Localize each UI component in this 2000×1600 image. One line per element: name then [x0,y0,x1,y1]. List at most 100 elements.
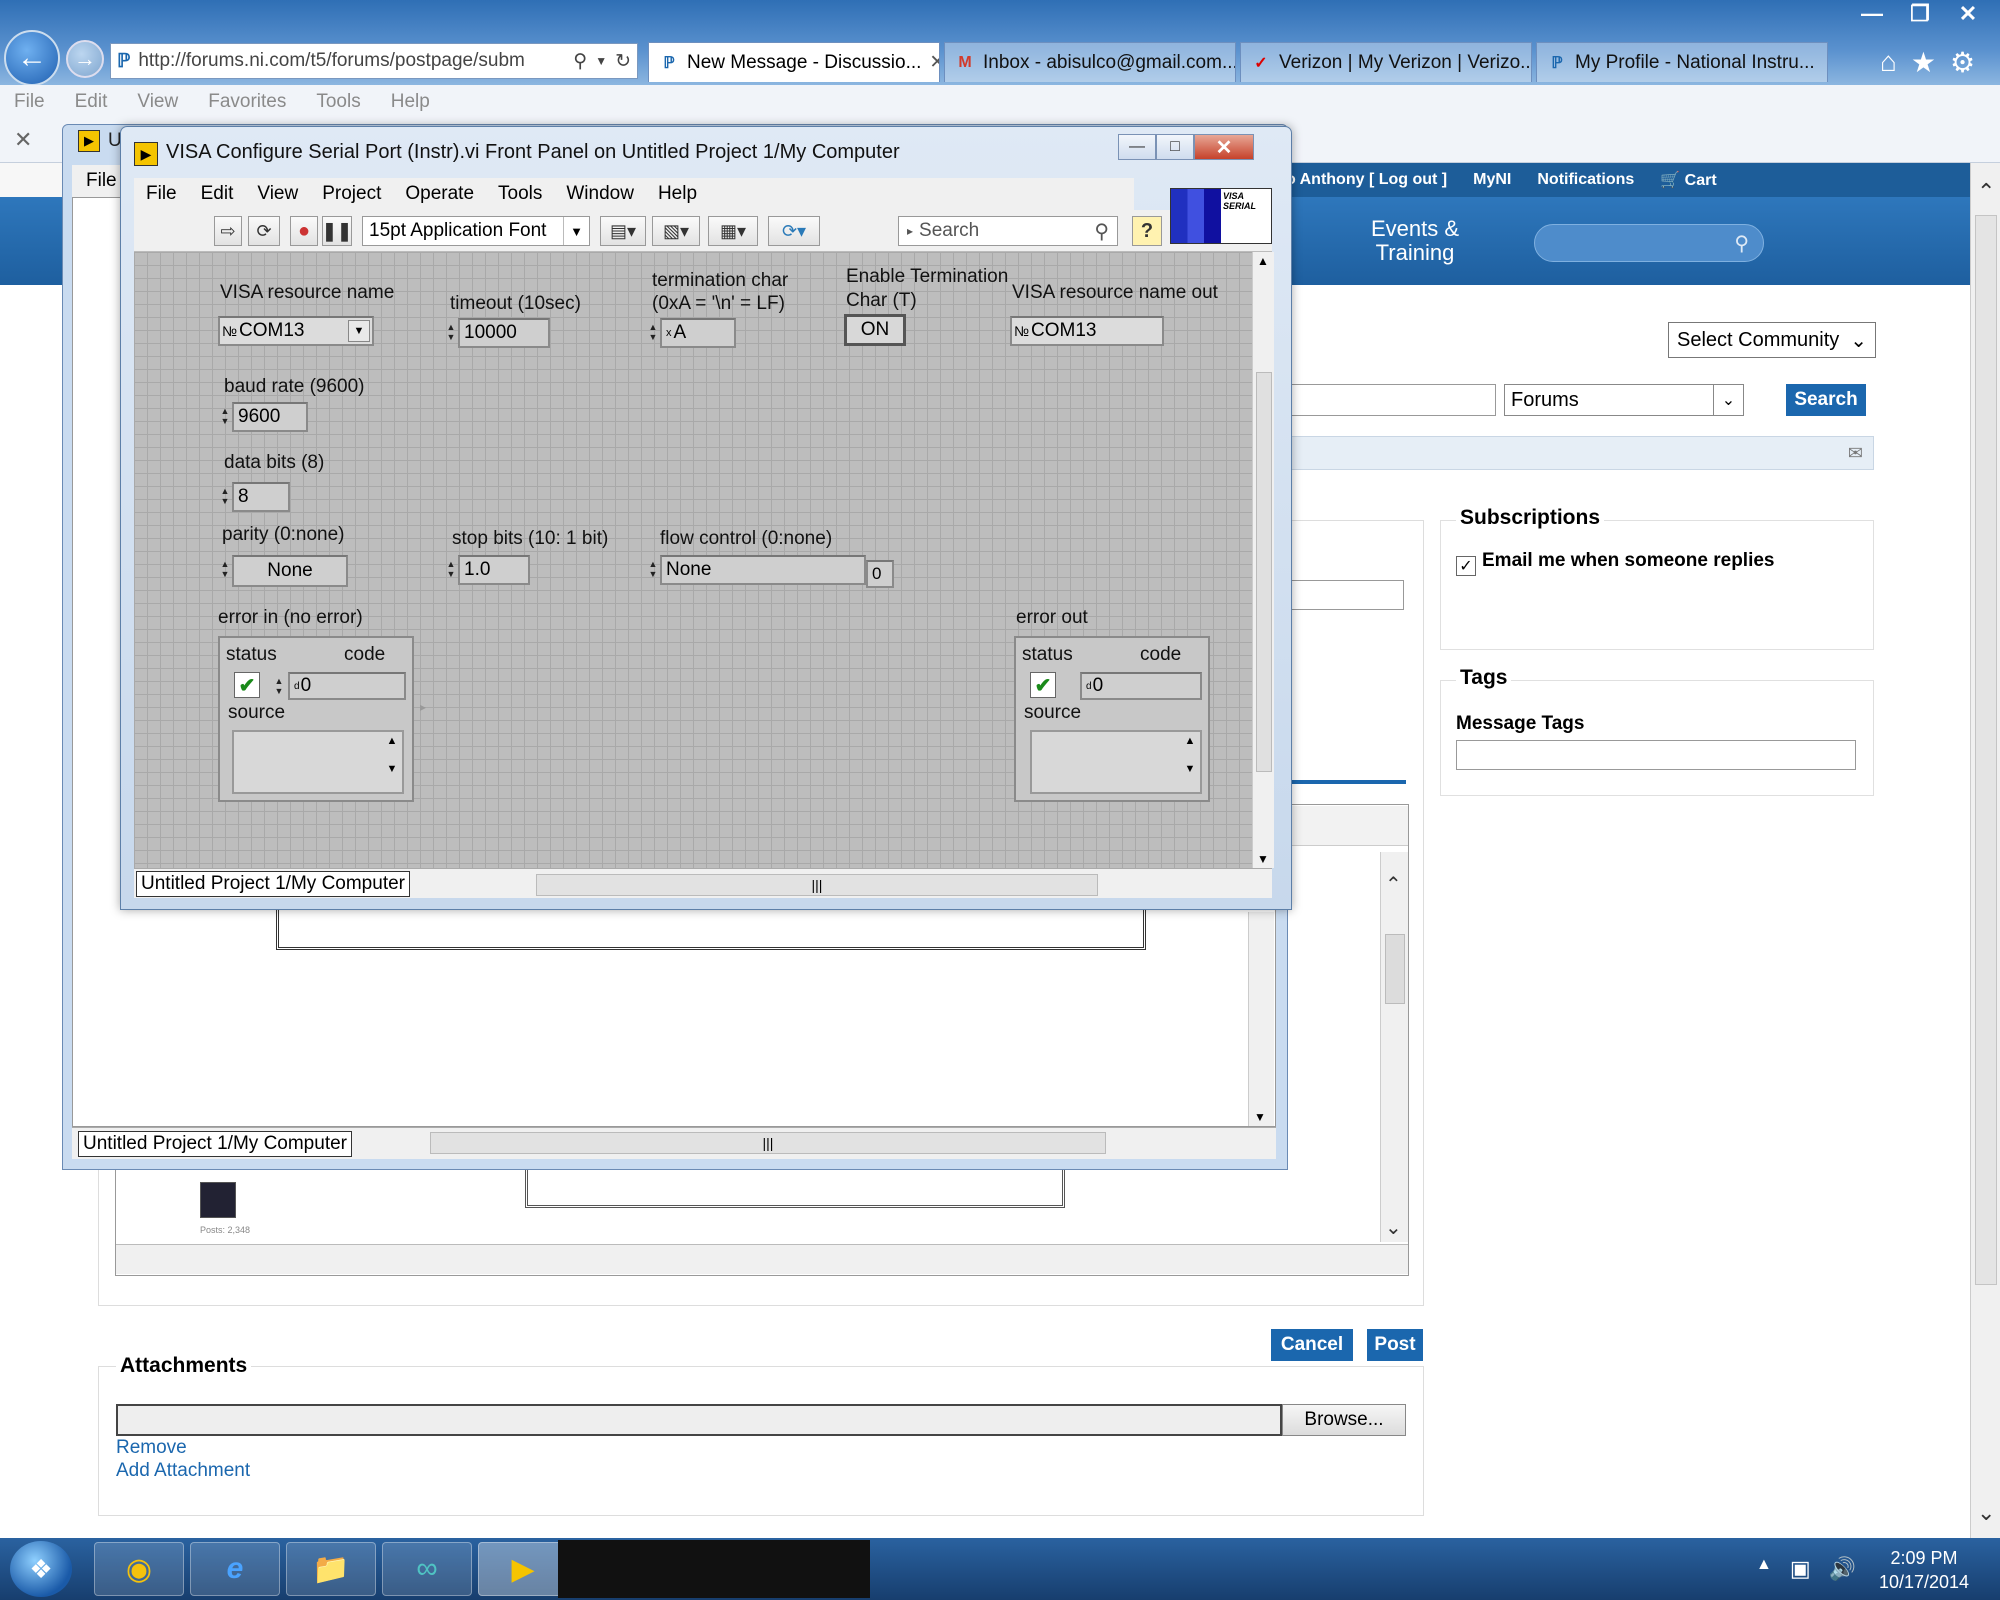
remove-link[interactable]: Remove [116,1437,187,1459]
visa-resource-name-control[interactable]: № COM13 ▼ [218,316,374,346]
scroll-thumb[interactable] [1385,934,1405,1004]
message-tags-input[interactable] [1456,740,1856,770]
increment-decrement-icon[interactable]: ▲ ▼ [274,672,284,700]
chevron-up-icon[interactable]: ▲ [1257,254,1269,268]
file-input[interactable] [116,1404,1282,1436]
menu-help[interactable]: Help [391,91,430,113]
taskbar-arduino[interactable]: ∞ [382,1542,472,1596]
minimize-button[interactable]: — [1850,0,1894,28]
source-scrollbar[interactable]: ▲ ▼ [1182,734,1198,776]
front-panel-vscroll[interactable]: ▲ ▼ [1252,252,1274,868]
chevron-up-icon[interactable]: ⌃ [1977,179,1995,205]
termination-char-input[interactable]: x A [660,318,736,348]
data-bits-stepper[interactable]: ▲ ▼ [220,482,230,510]
context-help-button[interactable]: ? [1132,216,1162,246]
minimize-button[interactable]: — [1118,134,1156,160]
increment-decrement-icon[interactable]: ▲ ▼ [220,402,230,430]
start-button[interactable]: ❖ [10,1541,72,1597]
menu-file[interactable]: File [146,183,177,205]
close-icon[interactable]: ✕ [14,127,32,153]
run-continuously-button[interactable]: ⟳ [248,216,280,246]
star-icon[interactable]: ★ [1911,46,1936,79]
select-community-dropdown[interactable]: Select Community ⌄ [1668,322,1876,358]
increment-decrement-icon[interactable]: ▲ ▼ [220,482,230,510]
notifications-link[interactable]: Notifications [1537,171,1634,189]
menu-tools[interactable]: Tools [498,183,542,205]
menu-edit[interactable]: Edit [75,91,108,113]
timeout-stepper[interactable]: ▲ ▼ [446,318,456,346]
menu-tools[interactable]: Tools [316,91,360,113]
menu-view[interactable]: View [257,183,298,205]
flow-control-stepper[interactable]: ▲ ▼ [648,555,658,583]
chevron-down-icon[interactable]: ⌄ [1977,1500,1995,1526]
baud-rate-input[interactable]: 9600 [232,402,308,432]
increment-decrement-icon[interactable]: ▲ ▼ [446,555,456,583]
add-attachment-link[interactable]: Add Attachment [116,1460,250,1482]
baud-rate-stepper[interactable]: ▲ ▼ [220,402,230,430]
labview-search-input[interactable]: ▸ Search ⚲ [898,216,1118,246]
enable-termination-toggle[interactable]: ON [844,314,906,346]
error-in-source-input[interactable]: ▲ ▼ [232,730,404,794]
cancel-button[interactable]: Cancel [1271,1329,1353,1361]
scroll-thumb[interactable] [1256,372,1272,772]
chevron-down-icon[interactable]: ⌄ [1385,1215,1402,1240]
distribute-objects-button[interactable]: ▧▾ [652,216,700,246]
chevron-down-icon[interactable]: ▼ [1254,1110,1266,1124]
chevron-up-icon[interactable]: ⌃ [1385,872,1402,897]
forum-search-input[interactable] [1290,384,1496,416]
forward-button[interactable]: → [66,40,104,78]
page-scrollbar[interactable]: ⌃ ⌄ [1970,163,2000,1538]
dropdown-arrow-icon[interactable]: ▼ [595,54,607,68]
menu-operate[interactable]: Operate [405,183,474,205]
gear-icon[interactable]: ⚙ [1950,46,1975,79]
network-icon[interactable]: ▣ [1790,1556,1811,1582]
abort-button[interactable]: ● [290,216,318,246]
menu-favorites[interactable]: Favorites [208,91,286,113]
tab-verizon[interactable]: ✓ Verizon | My Verizon | Verizo... [1240,42,1532,82]
maximize-button[interactable]: □ [1156,134,1194,160]
taskbar-file-explorer[interactable]: 📁 [286,1542,376,1596]
close-tab-icon[interactable]: ✕ [929,51,939,74]
browse-button[interactable]: Browse... [1282,1404,1406,1436]
stop-bits-stepper[interactable]: ▲ ▼ [446,555,456,583]
run-button[interactable]: ⇨ [214,216,242,246]
taskbar-internet-explorer[interactable]: e [190,1542,280,1596]
timeout-input[interactable]: 10000 [458,318,550,348]
increment-decrement-icon[interactable]: ▲ ▼ [648,555,658,583]
source-scrollbar[interactable]: ▲ ▼ [384,734,400,776]
menu-file[interactable]: File [14,91,45,113]
menu-project[interactable]: Project [322,183,381,205]
nav-events-training[interactable]: Events & Training [1360,217,1470,265]
close-button[interactable]: ✕ [1946,0,1990,28]
search-button[interactable]: Search [1786,384,1866,416]
mail-icon[interactable]: ✉ [1848,443,1863,464]
forums-dropdown[interactable]: Forums ⌄ [1504,384,1744,416]
back-window-hscroll[interactable]: ||| [430,1132,1106,1154]
taskbar-chrome[interactable]: ◉ [94,1542,184,1596]
address-bar[interactable]: ℙ http://forums.ni.com/t5/forums/postpag… [110,43,638,79]
restore-button[interactable]: ❐ [1898,0,1942,28]
editor-scrollbar[interactable]: ⌃ ⌄ [1380,852,1408,1242]
parity-stepper[interactable]: ▲ ▼ [220,555,230,583]
close-button[interactable]: ✕ [1194,134,1254,160]
menu-edit[interactable]: Edit [201,183,234,205]
menu-view[interactable]: View [137,91,178,113]
error-in-status-checkbox[interactable]: ✔ [234,672,260,698]
error-in-code-stepper[interactable]: ▲ ▼ [274,672,284,700]
back-button[interactable]: ← [4,30,60,86]
editor-resize-bar[interactable] [116,1244,1408,1274]
refresh-icon[interactable]: ↻ [615,50,631,73]
email-replies-checkbox[interactable]: ✓ [1456,556,1476,576]
stop-bits-input[interactable]: 1.0 [458,555,530,585]
increment-decrement-icon[interactable]: ▲ ▼ [220,555,230,583]
scroll-thumb[interactable] [1975,215,1997,1285]
clock[interactable]: 2:09 PM 10/17/2014 [1854,1546,1994,1594]
tab-new-message[interactable]: ℙ New Message - Discussio... ✕ [648,42,940,82]
font-dropdown[interactable]: 15pt Application Font ▼ [362,216,590,246]
back-window-vscroll[interactable]: ▼ [1248,912,1274,1126]
myni-link[interactable]: MyNI [1473,171,1511,189]
subject-input[interactable] [1290,580,1404,610]
search-icon[interactable]: ⚲ [573,50,587,73]
pause-button[interactable]: ❚❚ [322,216,352,246]
align-objects-button[interactable]: ▤▾ [600,216,646,246]
